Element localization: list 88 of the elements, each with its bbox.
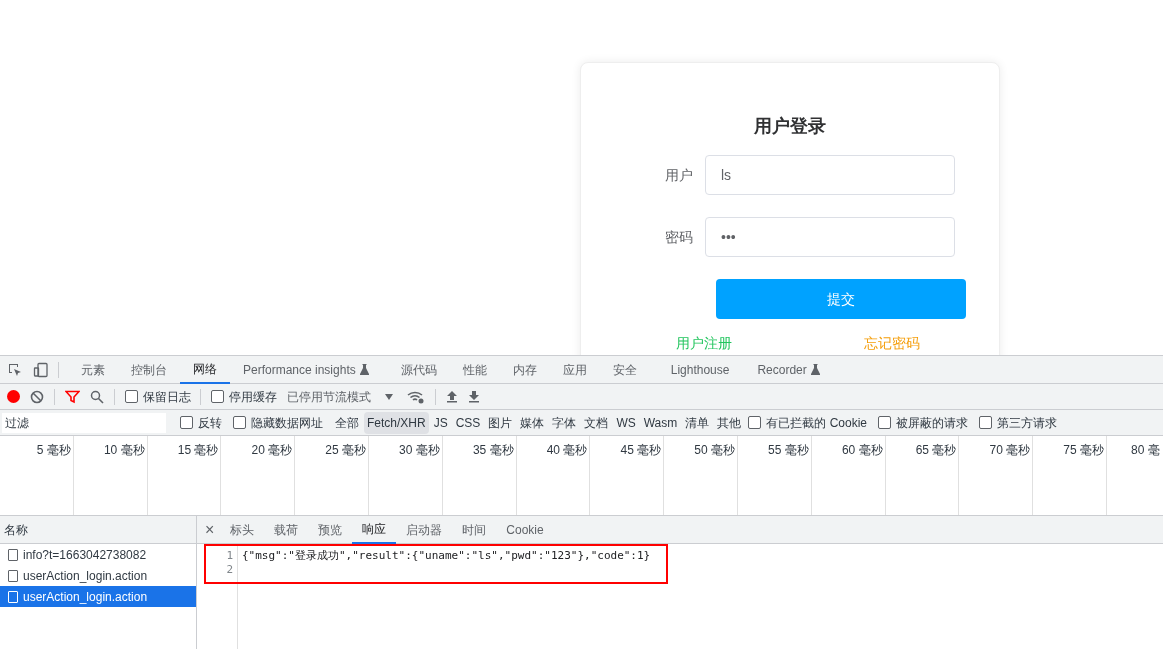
- inspect-icon[interactable]: [7, 361, 23, 378]
- file-icon: [8, 548, 18, 561]
- login-title: 用户登录: [753, 115, 827, 137]
- timeline-tick: 70 毫秒: [989, 443, 1031, 457]
- checkbox-label: 被屏蔽的请求: [896, 414, 968, 432]
- column-header: 名称: [0, 516, 196, 544]
- request-row[interactable]: userAction_login.action: [0, 586, 196, 607]
- caret-icon: [385, 393, 393, 400]
- type-filter[interactable]: 图片: [485, 411, 516, 434]
- timeline-tick: 75 毫秒: [1063, 443, 1104, 457]
- wifi-settings-icon[interactable]: [407, 389, 425, 404]
- type-filter[interactable]: 其他: [714, 411, 745, 434]
- file-icon: [8, 590, 18, 603]
- devtools-tab[interactable]: 控制台: [118, 355, 180, 384]
- throttle-dropdown[interactable]: 已停用节流模式: [287, 387, 393, 406]
- detail-tab[interactable]: 标头: [220, 515, 265, 544]
- close-button[interactable]: ×: [205, 517, 215, 542]
- type-filter[interactable]: JS: [430, 411, 451, 434]
- type-filter[interactable]: Wasm: [640, 411, 681, 434]
- record-icon[interactable]: [7, 390, 20, 403]
- devtools-tab[interactable]: Lighthouse: [657, 355, 743, 384]
- type-filter[interactable]: 清单: [682, 411, 713, 434]
- devtools-tab[interactable]: 安全: [599, 355, 650, 384]
- timeline-tick: 80 毫: [1130, 443, 1160, 457]
- devtools-tab[interactable]: Recorder: [744, 355, 833, 384]
- devtools-tab[interactable]: 内存: [499, 355, 550, 384]
- detail-tab[interactable]: 预览: [308, 515, 353, 544]
- checkbox-label: 保留日志: [143, 388, 191, 406]
- search-icon[interactable]: [90, 389, 104, 404]
- timeline-tick: 60 毫秒: [841, 443, 883, 457]
- checkbox[interactable]: [233, 416, 246, 429]
- devtools-tab[interactable]: 元素: [68, 355, 118, 384]
- filter-icon[interactable]: [65, 389, 80, 404]
- timeline-tick: 50 毫秒: [694, 443, 735, 457]
- filter-field[interactable]: 过滤: [2, 412, 166, 433]
- timeline-tick: 20 毫秒: [251, 443, 293, 457]
- request-row[interactable]: userAction_login.action: [0, 565, 196, 586]
- download-icon[interactable]: [468, 390, 480, 403]
- line-number: 2: [226, 563, 233, 577]
- checkbox-label: 停用缓存: [229, 388, 277, 406]
- device-icon[interactable]: [33, 361, 49, 378]
- checkbox[interactable]: [979, 416, 992, 429]
- type-filter[interactable]: 文档: [581, 411, 612, 434]
- checkbox-label: 隐藏数据网址: [251, 414, 323, 432]
- checkbox[interactable]: [125, 390, 138, 403]
- checkbox-label: 有已拦截的 Cookie: [766, 414, 867, 432]
- field-label: 密码: [664, 227, 694, 247]
- timeline-tick: 15 毫秒: [177, 443, 219, 457]
- checkbox[interactable]: [878, 416, 891, 429]
- detail-tab[interactable]: 载荷: [264, 515, 309, 544]
- detail-tab[interactable]: 时间: [452, 515, 497, 544]
- type-filter[interactable]: 字体: [549, 411, 580, 434]
- devtools-tab[interactable]: 应用: [549, 355, 600, 384]
- devtools-tab[interactable]: 网络: [180, 355, 230, 384]
- type-filter[interactable]: CSS: [452, 411, 484, 434]
- timeline-tick: 65 毫秒: [915, 443, 957, 457]
- clear-icon[interactable]: [30, 389, 44, 404]
- checkbox[interactable]: [180, 416, 193, 429]
- line-number: 1: [226, 549, 233, 563]
- timeline-tick: 30 毫秒: [399, 443, 440, 457]
- detail-tab[interactable]: Cookie: [496, 515, 554, 544]
- checkbox-label: 反转: [198, 414, 222, 432]
- input-field[interactable]: •••: [705, 217, 955, 257]
- timeline-tick: 10 毫秒: [103, 443, 145, 457]
- upload-icon[interactable]: [446, 390, 458, 403]
- timeline-tick: 25 毫秒: [325, 443, 366, 457]
- timeline-tick: 5 毫秒: [36, 443, 71, 457]
- detail-tab[interactable]: 启动器: [396, 515, 453, 544]
- timeline-tick: 35 毫秒: [472, 443, 514, 457]
- type-filter[interactable]: 媒体: [517, 411, 548, 434]
- field-label: 用户: [664, 165, 694, 185]
- input-field[interactable]: ls: [705, 155, 955, 195]
- request-row[interactable]: info?t=1663042738082: [0, 544, 196, 565]
- devtools-tab[interactable]: 性能: [449, 355, 500, 384]
- devtools-tab[interactable]: 源代码: [387, 355, 450, 384]
- checkbox-label: 第三方请求: [997, 414, 1057, 432]
- checkbox[interactable]: [211, 390, 224, 403]
- file-icon: [8, 569, 18, 582]
- type-filter[interactable]: WS: [613, 411, 639, 434]
- type-filter[interactable]: Fetch/XHR: [364, 411, 429, 434]
- code-line: {"msg":"登录成功","result":{"uname":"ls","pwd":"123"},"code":1}: [242, 549, 651, 562]
- detail-tab[interactable]: 响应: [352, 515, 397, 544]
- devtools-tab[interactable]: Performance insights: [230, 355, 382, 384]
- timeline-tick: 55 毫秒: [768, 443, 809, 457]
- checkbox[interactable]: [748, 416, 762, 429]
- timeline-tick: 40 毫秒: [546, 443, 588, 457]
- timeline-tick: 45 毫秒: [620, 443, 662, 457]
- type-filter[interactable]: 全部: [332, 411, 362, 434]
